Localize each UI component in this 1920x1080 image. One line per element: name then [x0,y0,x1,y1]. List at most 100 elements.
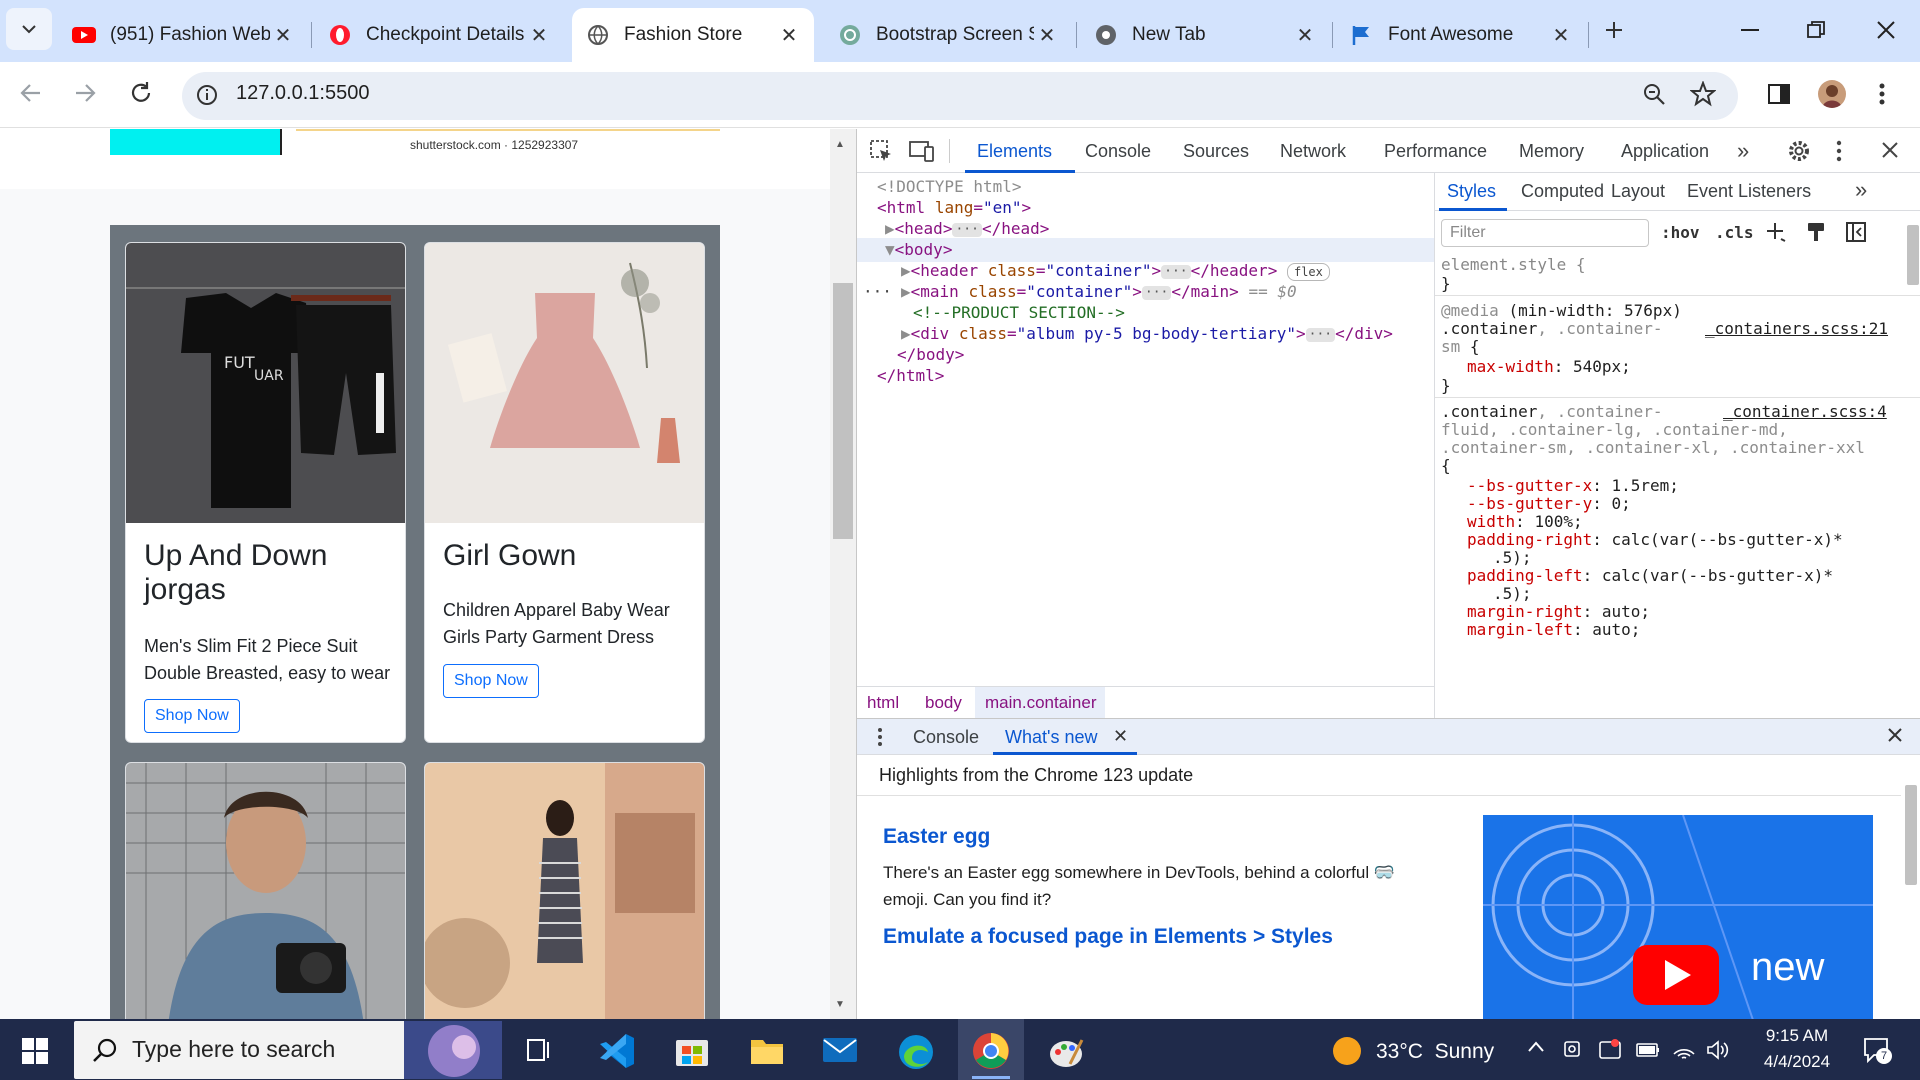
close-devtools-icon[interactable] [1881,141,1899,159]
devtools-tab-console[interactable]: Console [1085,141,1151,162]
battery-icon[interactable] [1636,1042,1660,1058]
close-drawer-icon[interactable] [1887,727,1903,743]
drawer-scrollbar[interactable] [1901,755,1920,1020]
new-style-rule-icon[interactable] [1765,221,1787,243]
whats-new-video-thumbnail[interactable]: new [1483,815,1873,1020]
computed-tab[interactable]: Computed [1521,181,1604,202]
close-icon[interactable]: ✕ [270,22,296,48]
styles-tab[interactable]: Styles [1447,181,1496,202]
close-icon[interactable]: ✕ [776,22,802,48]
device-toolbar-icon[interactable] [909,139,935,163]
breadcrumb-html[interactable]: html [867,693,899,713]
task-view-icon[interactable] [526,1038,552,1062]
more-tabs-icon[interactable]: » [1855,177,1867,203]
avatar[interactable] [1818,80,1846,108]
styles-filter-input[interactable]: Filter [1441,219,1649,247]
bookmark-star-icon[interactable] [1690,81,1716,107]
clock-date[interactable]: 4/4/2024 [1752,1052,1842,1072]
style-declaration[interactable]: width: 100%; [1467,512,1583,531]
settings-gear-icon[interactable] [1787,139,1811,163]
chrome-taskbar-active[interactable] [958,1019,1024,1080]
tab-bootstrap[interactable]: Bootstrap Screen S ✕ [824,8,1072,62]
drawer-tab-console[interactable]: Console [913,727,979,748]
easter-egg-link[interactable]: Easter egg [883,825,990,849]
chevron-up-icon[interactable] [1526,1040,1546,1054]
page-scrollbar[interactable]: ▲ ▼ [830,129,856,1019]
paint-palette-icon[interactable] [1048,1034,1084,1070]
rule-source-link[interactable]: _container.scss:4 [1723,402,1887,421]
devtools-tab-elements[interactable]: Elements [977,141,1052,162]
shop-now-button[interactable]: Shop Now [144,699,240,733]
file-explorer-icon[interactable] [750,1036,784,1066]
dom-comment-node[interactable]: <!--PRODUCT SECTION--> [913,303,1125,322]
dom-header-node[interactable]: ▶<header class="container"> ··· </header> … [901,261,1330,281]
side-panel-icon[interactable] [1768,84,1790,104]
more-tabs-icon[interactable]: » [1737,138,1749,164]
shop-now-button[interactable]: Shop Now [443,664,539,698]
minimize-button[interactable] [1716,0,1784,60]
mail-icon[interactable] [822,1036,858,1064]
tab-search-button[interactable] [6,8,52,50]
tab-checkpoint[interactable]: Checkpoint Details ✕ [314,8,564,62]
forward-button[interactable] [72,80,98,106]
style-declaration[interactable]: --bs-gutter-y: 0; [1467,494,1631,513]
style-declaration[interactable]: --bs-gutter-x: 1.5rem; [1467,476,1679,495]
emulate-focused-link[interactable]: Emulate a focused page in Elements > Sty… [883,925,1333,949]
tab-new-tab[interactable]: New Tab ✕ [1080,8,1330,62]
scroll-up-icon[interactable]: ▲ [835,139,845,150]
style-declaration[interactable]: padding-right: calc(var(--bs-gutter-x)* [1467,530,1843,549]
camera-icon[interactable] [1562,1040,1582,1060]
devtools-tab-application[interactable]: Application [1621,141,1709,162]
drawer-tab-whats-new[interactable]: What's new [1005,727,1097,748]
site-info-icon[interactable] [196,84,218,106]
close-icon[interactable]: ✕ [1113,726,1128,747]
tab-font-awesome[interactable]: Font Awesome ✕ [1336,8,1586,62]
dom-html-node[interactable]: <html lang="en"> [877,198,1031,217]
rule-source-link[interactable]: _containers.scss:21 [1705,319,1888,338]
restore-button[interactable] [1782,0,1850,60]
rule-selector[interactable]: .container, .container- [1441,319,1663,338]
breadcrumb-main-container[interactable]: main.container [985,693,1097,713]
breadcrumb-body[interactable]: body [925,693,962,713]
devtools-tab-sources[interactable]: Sources [1183,141,1249,162]
scroll-down-icon[interactable]: ▼ [835,999,845,1010]
style-declaration[interactable]: max-width: 540px; [1467,357,1631,376]
wifi-icon[interactable] [1672,1038,1696,1060]
layout-tab[interactable]: Layout [1611,181,1665,202]
row-ellipsis-icon[interactable]: ··· [863,282,892,301]
menu-icon[interactable] [1878,82,1886,106]
zoom-icon[interactable] [1642,82,1666,106]
volume-icon[interactable] [1706,1040,1730,1060]
toggle-sidebar-icon[interactable] [1845,221,1867,243]
url-text[interactable]: 127.0.0.1:5500 [236,82,369,105]
microsoft-store-icon[interactable] [674,1034,710,1068]
taskbar-search-input[interactable]: Type here to search [74,1021,502,1079]
element-style-rule[interactable]: element.style { [1441,255,1586,274]
close-icon[interactable]: ✕ [1034,22,1060,48]
weather-text[interactable]: 33°C Sunny [1376,1040,1494,1064]
close-window-button[interactable] [1852,0,1920,60]
paint-brush-icon[interactable] [1805,221,1827,243]
inspect-element-icon[interactable] [869,139,893,163]
close-icon[interactable]: ✕ [1548,22,1574,48]
styles-scrollbar[interactable] [1903,211,1920,718]
reload-button[interactable] [128,80,154,106]
windows-start-icon[interactable] [22,1038,48,1064]
rule-selector[interactable]: .container, .container- [1441,402,1663,421]
dom-body-node[interactable]: ▼<body> [885,240,952,259]
drawer-menu-icon[interactable] [877,727,883,747]
dom-head-node[interactable]: ▶<head> ··· </head> [885,219,1049,238]
hov-toggle[interactable]: :hov [1661,223,1700,242]
devtools-tab-network[interactable]: Network [1280,141,1346,162]
new-tab-button[interactable] [1592,0,1636,60]
devtools-menu-icon[interactable] [1835,139,1843,163]
style-declaration[interactable]: margin-left: auto; [1467,620,1640,639]
close-icon[interactable]: ✕ [526,22,552,48]
close-icon[interactable]: ✕ [1292,22,1318,48]
dom-div-node[interactable]: ▶<div class="album py-5 bg-body-tertiary… [901,324,1393,343]
back-button[interactable] [18,80,44,106]
vscode-icon[interactable] [598,1032,636,1070]
tab-youtube[interactable]: (951) Fashion Web ✕ [58,8,308,62]
style-declaration[interactable]: margin-right: auto; [1467,602,1650,621]
sync-icon[interactable] [1598,1038,1622,1060]
